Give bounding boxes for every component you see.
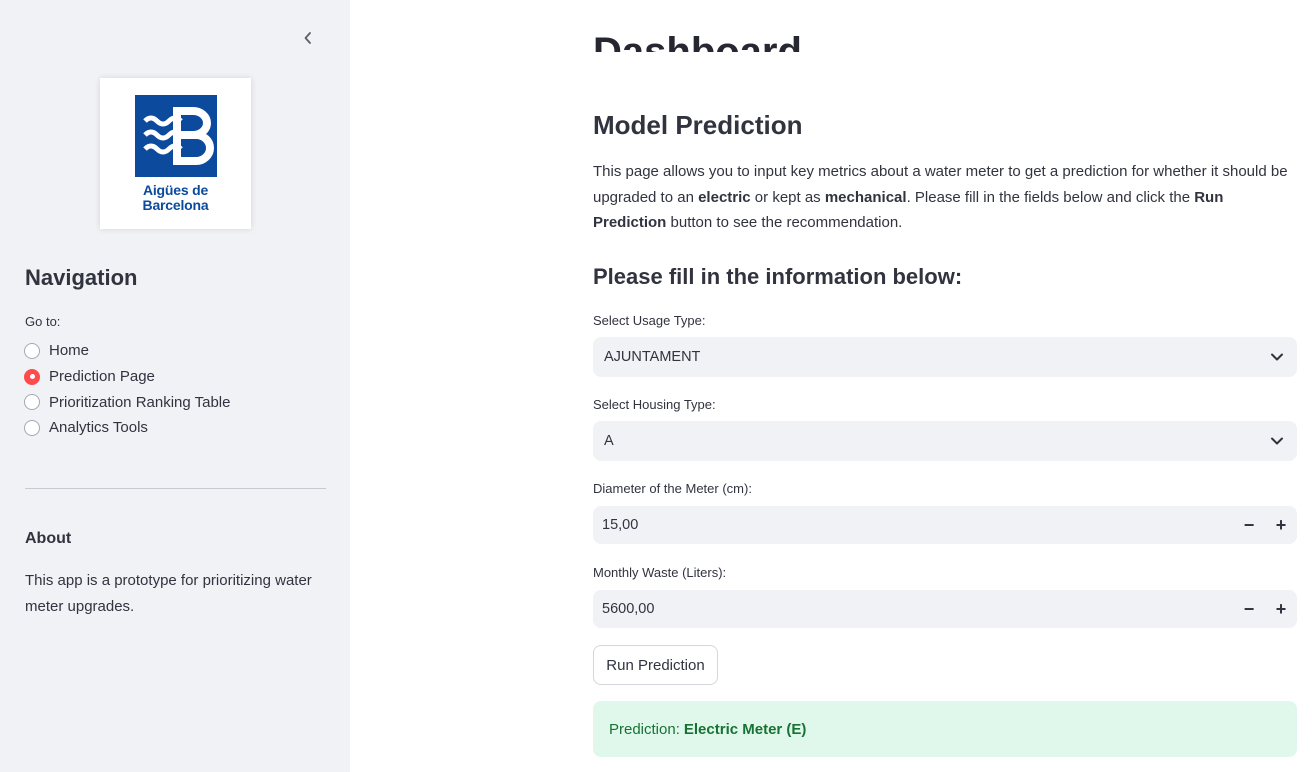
monthly-waste-label: Monthly Waste (Liters): bbox=[593, 565, 727, 580]
radio-button[interactable] bbox=[24, 394, 40, 411]
usage-type-value: AJUNTAMENT bbox=[604, 349, 701, 365]
navigation-title: Navigation bbox=[25, 265, 138, 290]
nav-item-label: Home bbox=[49, 342, 90, 360]
logo: Aigües de Barcelona bbox=[100, 78, 251, 229]
logo-text-line1: Aigües de bbox=[142, 182, 209, 198]
about-text: This app is a prototype for prioritizing… bbox=[25, 572, 312, 615]
monthly-waste-decrement-button[interactable]: − bbox=[1233, 590, 1265, 628]
collapse-sidebar-button[interactable] bbox=[298, 28, 318, 48]
goto-label: Go to: bbox=[25, 314, 61, 329]
usage-type-label: Select Usage Type: bbox=[593, 313, 706, 328]
housing-type-select[interactable]: A bbox=[593, 421, 1297, 461]
chevron-down-icon bbox=[1257, 436, 1297, 446]
radio-button[interactable] bbox=[24, 342, 40, 359]
form-title: Please fill in the information below: bbox=[593, 264, 963, 289]
description-text: or kept as bbox=[750, 188, 825, 206]
usage-type-select[interactable]: AJUNTAMENT bbox=[593, 337, 1297, 377]
housing-type-label: Select Housing Type: bbox=[593, 397, 716, 412]
run-prediction-button[interactable]: Run Prediction bbox=[593, 645, 718, 685]
description-bold: electric bbox=[698, 188, 751, 206]
diameter-decrement-button[interactable]: − bbox=[1233, 506, 1265, 544]
radio-button[interactable] bbox=[24, 419, 40, 436]
nav-item-label: Analytics Tools bbox=[49, 419, 148, 437]
prediction-prefix: Prediction: bbox=[609, 720, 680, 738]
nav-item-prediction-page[interactable]: Prediction Page bbox=[24, 364, 231, 390]
chevron-down-icon bbox=[1257, 352, 1297, 362]
logo-text: Aigües de Barcelona bbox=[143, 183, 209, 213]
diameter-input[interactable]: 15,00 − + bbox=[593, 506, 1297, 544]
prediction-result: Prediction: Electric Meter (E) bbox=[593, 701, 1297, 757]
section-title: Model Prediction bbox=[593, 110, 803, 140]
monthly-waste-increment-button[interactable]: + bbox=[1265, 590, 1297, 628]
sidebar: Aigües de Barcelona Navigation Go to: Ho… bbox=[0, 0, 350, 772]
logo-mark bbox=[134, 95, 217, 177]
diameter-value[interactable]: 15,00 bbox=[602, 517, 1233, 533]
radio-button-selected[interactable] bbox=[24, 368, 40, 385]
page-title: Dashboard bbox=[593, 30, 802, 52]
monthly-waste-value[interactable]: 5600,00 bbox=[602, 601, 1233, 617]
description-text: button to see the recommendation. bbox=[666, 214, 903, 231]
nav-item-analytics-tools[interactable]: Analytics Tools bbox=[24, 415, 231, 441]
housing-type-value: A bbox=[604, 433, 614, 449]
page-title-clip: Dashboard bbox=[593, 0, 1297, 52]
navigation-radio-group: Home Prediction Page Prioritization Rank… bbox=[24, 338, 231, 441]
logo-text-line2: Barcelona bbox=[142, 197, 209, 213]
chevron-left-icon bbox=[304, 32, 311, 44]
nav-item-label: Prioritization Ranking Table bbox=[49, 393, 231, 411]
sidebar-divider bbox=[25, 488, 326, 489]
description-bold: mechanical bbox=[824, 188, 907, 206]
description-text: . Please fill in the fields below and cl… bbox=[906, 188, 1195, 206]
nav-item-label: Prediction Page bbox=[49, 368, 155, 386]
diameter-label: Diameter of the Meter (cm): bbox=[593, 481, 752, 496]
diameter-increment-button[interactable]: + bbox=[1265, 506, 1297, 544]
monthly-waste-input[interactable]: 5600,00 − + bbox=[593, 590, 1297, 628]
prediction-value: Electric Meter (E) bbox=[683, 720, 807, 738]
nav-item-home[interactable]: Home bbox=[24, 338, 231, 364]
nav-item-prioritization-ranking-table[interactable]: Prioritization Ranking Table bbox=[24, 389, 231, 415]
about-title: About bbox=[25, 530, 72, 547]
page-description: This page allows you to input key metric… bbox=[593, 159, 1297, 236]
